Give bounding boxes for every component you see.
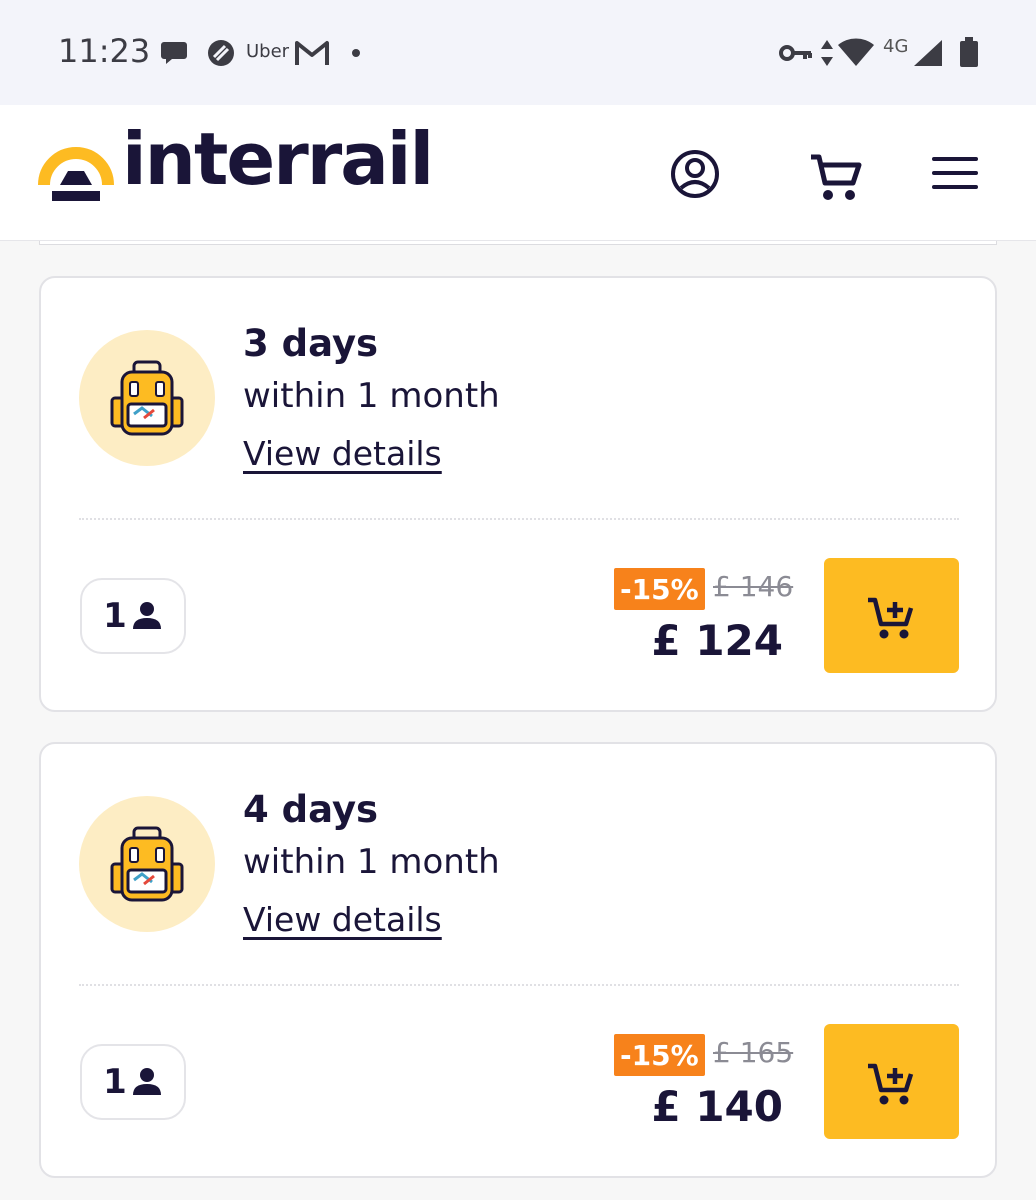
pass-title: 4 days bbox=[243, 788, 379, 831]
data-arrows-icon bbox=[821, 40, 833, 66]
pass-card: 3 days within 1 month View details 1 -15… bbox=[39, 276, 997, 712]
traveller-count: 1 bbox=[103, 1062, 127, 1102]
interrail-logo-icon[interactable] bbox=[38, 135, 114, 205]
signal-icon bbox=[914, 40, 942, 66]
backpack-icon-circle bbox=[79, 330, 215, 466]
dot-icon bbox=[352, 49, 360, 57]
app-icon bbox=[208, 40, 234, 66]
backpack-icon bbox=[110, 826, 184, 902]
gmail-icon bbox=[295, 41, 329, 65]
discount-badge: -15% bbox=[614, 568, 705, 610]
original-price: £ 146 bbox=[713, 570, 794, 603]
view-details-link[interactable]: View details bbox=[243, 434, 442, 473]
view-details-link[interactable]: View details bbox=[243, 900, 442, 939]
pass-card: 4 days within 1 month View details 1 -15… bbox=[39, 742, 997, 1178]
network-type: 4G bbox=[883, 36, 909, 57]
cart-button[interactable] bbox=[804, 147, 866, 207]
discount-badge: -15% bbox=[614, 1034, 705, 1076]
card-divider bbox=[79, 984, 959, 986]
original-price: £ 165 bbox=[713, 1036, 794, 1069]
site-header: interrail bbox=[0, 105, 1036, 241]
backpack-icon-circle bbox=[79, 796, 215, 932]
account-icon bbox=[671, 150, 719, 198]
pass-validity: within 1 month bbox=[243, 376, 500, 416]
wifi-icon bbox=[838, 38, 874, 66]
brand-name[interactable]: interrail bbox=[122, 123, 434, 195]
add-to-cart-button[interactable] bbox=[824, 558, 959, 673]
add-to-cart-icon bbox=[867, 597, 913, 638]
menu-button[interactable] bbox=[928, 151, 982, 195]
traveller-count: 1 bbox=[103, 596, 127, 636]
person-icon bbox=[132, 602, 161, 629]
status-app-label: Uber bbox=[246, 41, 290, 62]
add-to-cart-button[interactable] bbox=[824, 1024, 959, 1139]
traveller-count-button[interactable]: 1 bbox=[80, 578, 186, 654]
menu-icon bbox=[932, 157, 978, 189]
account-button[interactable] bbox=[666, 145, 724, 203]
previous-card-edge bbox=[39, 241, 997, 245]
pass-validity: within 1 month bbox=[243, 842, 500, 882]
status-time: 11:23 bbox=[58, 32, 151, 70]
current-price: £ 140 bbox=[651, 1082, 783, 1131]
add-to-cart-icon bbox=[867, 1063, 913, 1104]
traveller-count-button[interactable]: 1 bbox=[80, 1044, 186, 1120]
card-divider bbox=[79, 518, 959, 520]
vpn-key-icon bbox=[779, 45, 812, 61]
status-bar: 11:23 Uber 4G bbox=[0, 0, 1036, 105]
messages-icon bbox=[161, 42, 187, 64]
cart-icon bbox=[811, 154, 862, 200]
pass-title: 3 days bbox=[243, 322, 379, 365]
backpack-icon bbox=[110, 360, 184, 436]
person-icon bbox=[132, 1068, 161, 1095]
current-price: £ 124 bbox=[651, 616, 783, 665]
battery-icon bbox=[960, 37, 978, 67]
